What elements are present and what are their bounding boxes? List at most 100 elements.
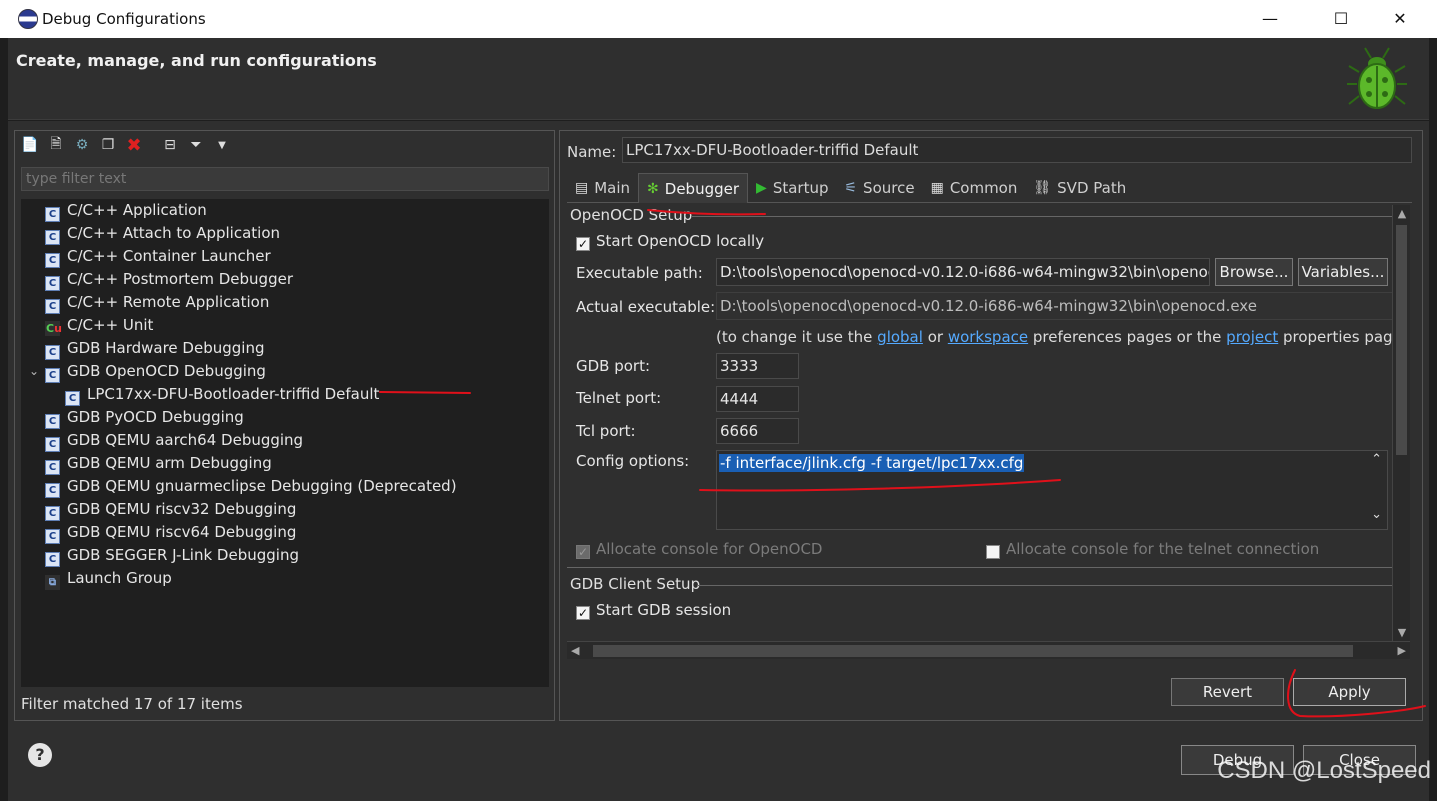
scroll-up-icon[interactable]: ⌃ [1371,452,1382,467]
c-config-icon: C [45,529,60,544]
tab-source[interactable]: ⚟ Source [836,173,922,203]
tree-item-gdb-hardware[interactable]: C GDB Hardware Debugging [45,337,264,360]
minimize-button[interactable]: — [1247,4,1293,34]
tab-svd-path[interactable]: ⛓ SVD Path [1025,173,1134,203]
dialog-body: 📄 🗎 ⚙ ❐ ✖ ⊟ ⏷ ▼ type filter text C C/C++ … [8,121,1429,801]
config-toolbar: 📄 🗎 ⚙ ❐ ✖ ⊟ ⏷ ▼ [19,134,233,160]
apply-button[interactable]: Apply [1293,678,1406,706]
debugger-tab-content: OpenOCD Setup ✓ Start OpenOCD locally Exe… [567,205,1400,641]
alloc-console-checkbox[interactable]: ✓ Allocate console for OpenOCD [576,540,822,559]
c-config-icon: C [45,506,60,521]
gdb-client-group-title: GDB Client Setup [570,575,701,593]
scroll-up-icon[interactable]: ▲ [1393,207,1411,220]
new-prototype-icon[interactable]: 🗎 [45,134,67,156]
horizontal-scrollbar[interactable]: ◀ ▶ [567,641,1410,659]
tree-item-gdb-qemu-riscv32[interactable]: C GDB QEMU riscv32 Debugging [45,498,296,521]
config-options-label: Config options: [576,452,690,470]
checkbox-checked-icon: ✓ [576,237,590,251]
common-icon: ▦ [930,180,944,196]
workspace-link[interactable]: workspace [948,328,1028,346]
start-openocd-checkbox[interactable]: ✓ Start OpenOCD locally [576,232,764,251]
c-config-icon: C [45,414,60,429]
config-options-textarea[interactable]: -f interface/jlink.cfg -f target/lpc17xx… [716,450,1388,530]
tab-common[interactable]: ▦ Common [923,173,1026,203]
maximize-button[interactable]: ☐ [1318,4,1364,34]
tree-item-gdb-qemu-aarch64[interactable]: C GDB QEMU aarch64 Debugging [45,429,303,452]
group-divider [691,216,1397,217]
c-config-icon: C [45,345,60,360]
scroll-down-icon[interactable]: ⌄ [1371,507,1382,522]
new-config-icon[interactable]: 📄 [19,134,41,156]
c-config-icon: C [45,483,60,498]
tree-item-gdb-openocd[interactable]: ⌄ C GDB OpenOCD Debugging [29,360,266,383]
name-label: Name: [567,143,617,161]
tree-item-cpp-unit[interactable]: Cu C/C++ Unit [45,314,153,337]
tcl-port-input[interactable]: 6666 [716,418,799,444]
tree-item-gdb-segger-jlink[interactable]: C GDB SEGGER J-Link Debugging [45,544,299,567]
start-gdb-session-checkbox[interactable]: ✓ Start GDB session [576,601,731,620]
scroll-down-icon[interactable]: ▼ [1393,626,1411,639]
exec-path-input[interactable]: D:\tools\openocd\openocd-v0.12.0-i686-w6… [716,258,1210,286]
watermark: CSDN @LostSpeed [1217,757,1431,784]
help-icon[interactable]: ? [28,743,52,767]
section-separator [567,567,1397,568]
revert-button[interactable]: Revert [1171,678,1284,706]
view-menu-chevron-down-icon[interactable]: ▼ [211,134,233,156]
exec-path-label: Executable path: [576,264,703,282]
group-divider [697,585,1397,586]
chevron-down-icon[interactable]: ⌄ [29,360,39,383]
global-link[interactable]: global [877,328,923,346]
c-config-icon: C [45,276,60,291]
preferences-hint: (to change it use the global or workspac… [716,328,1400,346]
tcl-port-label: Tcl port: [576,422,636,440]
tab-main[interactable]: ▤ Main [567,173,638,203]
config-name-input[interactable]: LPC17xx-DFU-Bootloader-triffid Default [622,137,1412,163]
duplicate-config-icon[interactable]: ❐ [97,134,119,156]
export-config-icon[interactable]: ⚙ [71,134,93,156]
tree-item-cpp-container[interactable]: C C/C++ Container Launcher [45,245,271,268]
vertical-scrollbar[interactable]: ▲ ▼ [1392,205,1410,641]
eclipse-icon [18,9,38,29]
tree-item-lpc17xx-config[interactable]: C LPC17xx-DFU-Bootloader-triffid Default [65,383,379,406]
delete-config-icon[interactable]: ✖ [123,134,145,156]
source-icon: ⚟ [844,180,858,196]
c-config-icon: C [45,230,60,245]
project-link[interactable]: project [1226,328,1278,346]
tree-item-cpp-attach[interactable]: C C/C++ Attach to Application [45,222,280,245]
openocd-group-title: OpenOCD Setup [570,206,693,224]
filter-icon[interactable]: ⏷ [185,134,207,156]
c-config-icon: C [45,552,60,567]
telnet-port-input[interactable]: 4444 [716,386,799,412]
tree-item-cpp-application[interactable]: C C/C++ Application [45,199,207,222]
browse-button[interactable]: Browse... [1215,258,1293,286]
header-title: Create, manage, and run configurations [16,51,377,70]
tree-item-cpp-remote[interactable]: C C/C++ Remote Application [45,291,269,314]
filter-input[interactable]: type filter text [21,167,549,191]
tab-debugger[interactable]: ✻ Debugger [638,173,749,203]
gdb-port-label: GDB port: [576,357,651,375]
scrollbar-thumb[interactable] [593,645,1353,657]
launch-config-panel: 📄 🗎 ⚙ ❐ ✖ ⊟ ⏷ ▼ type filter text C C/C++ … [14,130,555,721]
scroll-left-icon[interactable]: ◀ [571,644,579,657]
variables-button[interactable]: Variables... [1298,258,1388,286]
tree-item-launch-group[interactable]: ⧉ Launch Group [45,567,172,590]
scroll-right-icon[interactable]: ▶ [1398,644,1406,657]
collapse-all-icon[interactable]: ⊟ [159,134,181,156]
cpp-unit-icon: Cu [45,321,62,336]
tree-item-cpp-postmortem[interactable]: C C/C++ Postmortem Debugger [45,268,293,291]
play-icon: ▶ [756,180,767,196]
tree-item-gdb-pyocd[interactable]: C GDB PyOCD Debugging [45,406,244,429]
checkbox-checked-icon: ✓ [576,606,590,620]
telnet-port-label: Telnet port: [576,389,662,407]
gdb-port-input[interactable]: 3333 [716,353,799,379]
close-window-button[interactable]: ✕ [1377,4,1423,34]
alloc-telnet-checkbox[interactable]: ✓Allocate console for the telnet connect… [986,540,1319,559]
tab-startup[interactable]: ▶ Startup [748,173,836,203]
tree-item-gdb-qemu-gnuarmeclipse[interactable]: C GDB QEMU gnuarmeclipse Debugging (Depre… [45,475,457,498]
filter-status: Filter matched 17 of 17 items [21,695,243,713]
tree-item-gdb-qemu-riscv64[interactable]: C GDB QEMU riscv64 Debugging [45,521,296,544]
debug-bug-icon [1347,47,1407,109]
svd-icon: ⛓ [1033,180,1052,196]
tree-item-gdb-qemu-arm[interactable]: C GDB QEMU arm Debugging [45,452,272,475]
scrollbar-thumb[interactable] [1396,225,1407,455]
